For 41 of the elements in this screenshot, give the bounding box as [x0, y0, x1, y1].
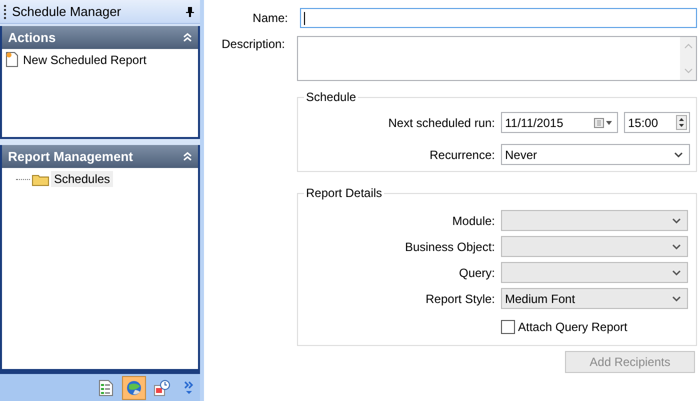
- dropdown[interactable]: [501, 236, 688, 257]
- collapse-icon: [183, 33, 192, 42]
- section-header[interactable]: Report Management: [2, 145, 198, 168]
- folder-icon: [32, 172, 49, 186]
- scroll-down-icon[interactable]: [684, 68, 692, 74]
- document-icon: [6, 52, 18, 67]
- collapse-icon: [183, 152, 192, 161]
- calendar-clock-icon: [154, 380, 170, 396]
- dropdown[interactable]: Medium Font: [501, 288, 688, 309]
- name-field[interactable]: [300, 8, 697, 28]
- grip-icon: [4, 4, 8, 18]
- field-label: Report Style:: [424, 292, 496, 306]
- checkbox-label[interactable]: Attach Query Report: [518, 320, 628, 334]
- field-label: Recurrence:: [428, 148, 496, 162]
- field-label: Query:: [458, 266, 496, 280]
- date-field[interactable]: 11/11/2015: [501, 112, 618, 133]
- spinner-icon[interactable]: [676, 115, 687, 130]
- panel-title: Schedule Manager: [12, 4, 122, 19]
- action-link[interactable]: New Scheduled Report: [23, 52, 146, 66]
- group-title: Schedule: [305, 90, 358, 104]
- field-label: Business Object:: [404, 240, 496, 254]
- description-field[interactable]: [297, 36, 697, 81]
- section-header[interactable]: Actions: [2, 26, 198, 49]
- chevron-icon[interactable]: [184, 380, 194, 394]
- field-label: Next scheduled run:: [387, 116, 496, 130]
- dropdown[interactable]: [501, 262, 688, 283]
- checklist-icon: [99, 380, 113, 396]
- scroll-up-icon[interactable]: [684, 43, 692, 49]
- time-field[interactable]: 15:00: [624, 112, 690, 133]
- calendar-icon[interactable]: [594, 118, 614, 128]
- field-label: Description:: [220, 36, 286, 51]
- field-label: Module:: [451, 214, 496, 228]
- group-title: Report Details: [305, 186, 384, 200]
- recurrence-dropdown[interactable]: Never: [501, 144, 690, 165]
- pin-icon[interactable]: [186, 6, 194, 16]
- globe-nav-button[interactable]: [122, 376, 146, 400]
- checkbox[interactable]: [501, 320, 515, 334]
- dropdown[interactable]: [501, 210, 688, 231]
- field-label: Name:: [252, 11, 289, 25]
- globe-icon: [126, 380, 142, 396]
- tree-item[interactable]: Schedules: [51, 171, 114, 187]
